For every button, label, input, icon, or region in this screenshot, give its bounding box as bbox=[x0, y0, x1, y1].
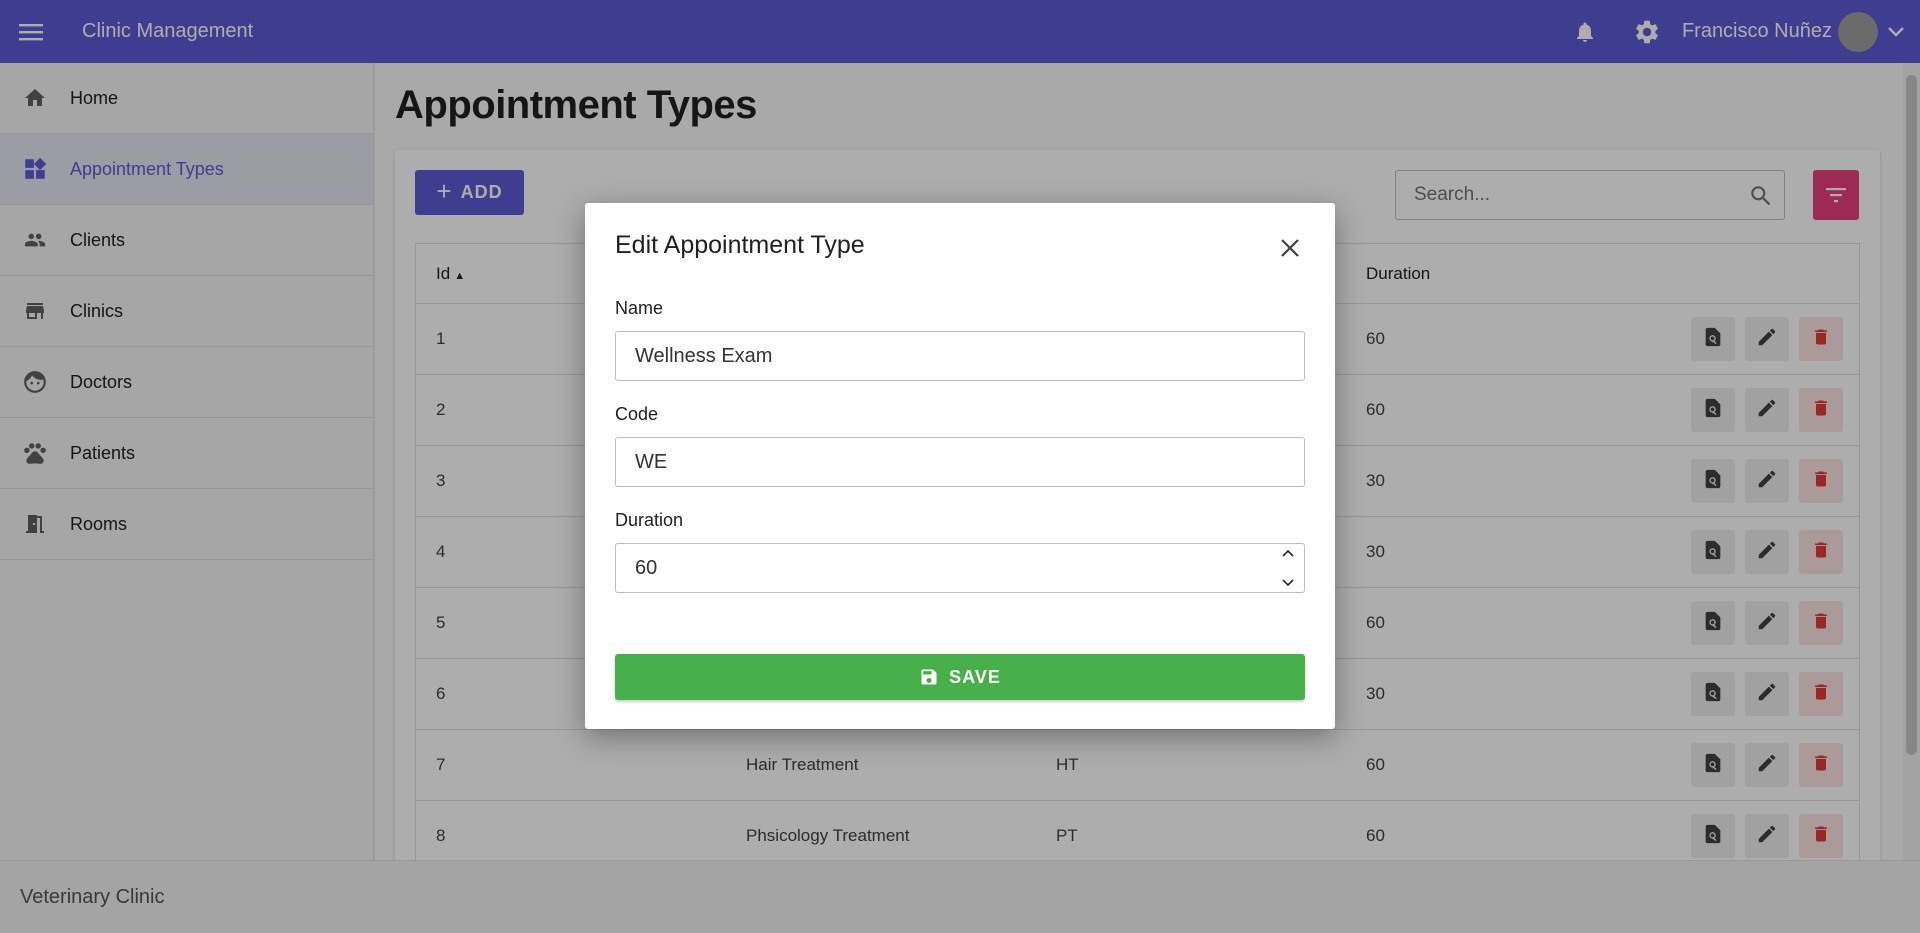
save-button-label: SAVE bbox=[949, 666, 1001, 687]
duration-input[interactable] bbox=[616, 556, 1256, 580]
code-input[interactable] bbox=[616, 450, 1256, 474]
dialog-title: Edit Appointment Type bbox=[615, 231, 865, 259]
edit-appointment-type-dialog: Edit Appointment Type Name Code Duration… bbox=[585, 203, 1335, 729]
name-label: Name bbox=[615, 298, 664, 318]
duration-field[interactable] bbox=[615, 543, 1305, 593]
close-button[interactable] bbox=[1275, 233, 1305, 263]
duration-label: Duration bbox=[615, 510, 684, 530]
chevron-up-icon[interactable] bbox=[1282, 549, 1294, 557]
save-icon bbox=[921, 669, 937, 685]
duration-stepper[interactable] bbox=[1280, 549, 1296, 587]
name-field[interactable] bbox=[615, 331, 1305, 381]
save-button[interactable]: SAVE bbox=[615, 654, 1305, 700]
name-input[interactable] bbox=[616, 344, 1256, 368]
chevron-down-icon[interactable] bbox=[1282, 579, 1294, 587]
code-label: Code bbox=[615, 404, 659, 424]
close-icon bbox=[1281, 239, 1299, 257]
code-field[interactable] bbox=[615, 437, 1305, 487]
